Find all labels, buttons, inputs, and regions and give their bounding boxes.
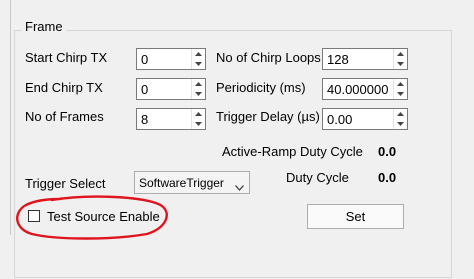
set-button[interactable]: Set [307,204,404,229]
spin-down-arrow-icon[interactable] [394,89,407,99]
no-of-chirp-loops-spinbox[interactable]: 128 [322,48,408,70]
trigger-select-label: Trigger Select [25,176,106,191]
active-ramp-duty-cycle-label: Active-Ramp Duty Cycle [222,144,363,159]
spin-down-arrow-icon[interactable] [394,119,407,129]
spin-down-arrow-icon[interactable] [192,119,205,129]
end-chirp-tx-value: 0 [141,82,149,97]
trigger-delay-label: Trigger Delay (µs) [216,109,320,124]
periodicity-spinbox[interactable]: 40.000000 [322,78,408,100]
spin-up-arrow-icon[interactable] [192,109,205,119]
spin-up-arrow-icon[interactable] [394,49,407,59]
spin-down-arrow-icon[interactable] [192,89,205,99]
duty-cycle-value: 0.0 [378,170,397,185]
spin-up-arrow-icon[interactable] [192,49,205,59]
spin-down-arrow-icon[interactable] [394,59,407,69]
periodicity-label: Periodicity (ms) [216,80,306,95]
no-of-frames-spinbox[interactable]: 8 [136,108,206,130]
no-of-chirp-loops-value: 128 [327,52,349,67]
spin-up-arrow-icon[interactable] [394,79,407,89]
end-chirp-tx-spinbox[interactable]: 0 [136,78,206,100]
no-of-frames-label: No of Frames [25,109,104,124]
trigger-select-dropdown[interactable]: SoftwareTrigger [134,171,250,194]
test-source-enable-label: Test Source Enable [47,208,160,224]
start-chirp-tx-spinbox[interactable]: 0 [136,48,206,70]
test-source-enable-checkbox[interactable] [28,210,40,222]
trigger-select-value: SoftwareTrigger [139,176,224,190]
start-chirp-tx-label: Start Chirp TX [25,50,108,65]
duty-cycle-label: Duty Cycle [286,170,349,185]
chevron-down-icon [235,179,244,194]
frame-groupbox-title: Frame [22,19,66,34]
no-of-chirp-loops-label: No of Chirp Loops [216,50,321,65]
spin-up-arrow-icon[interactable] [192,79,205,89]
test-source-enable-row[interactable]: Test Source Enable [28,207,160,225]
spin-up-arrow-icon[interactable] [394,109,407,119]
start-chirp-tx-value: 0 [141,52,149,67]
active-ramp-duty-cycle-value: 0.0 [378,144,397,159]
end-chirp-tx-label: End Chirp TX [25,80,103,95]
spin-down-arrow-icon[interactable] [192,59,205,69]
left-panel-edge [0,0,11,235]
periodicity-value: 40.000000 [327,82,389,97]
no-of-frames-value: 8 [141,112,149,127]
trigger-delay-value: 0.00 [327,112,353,127]
trigger-delay-spinbox[interactable]: 0.00 [322,108,408,130]
